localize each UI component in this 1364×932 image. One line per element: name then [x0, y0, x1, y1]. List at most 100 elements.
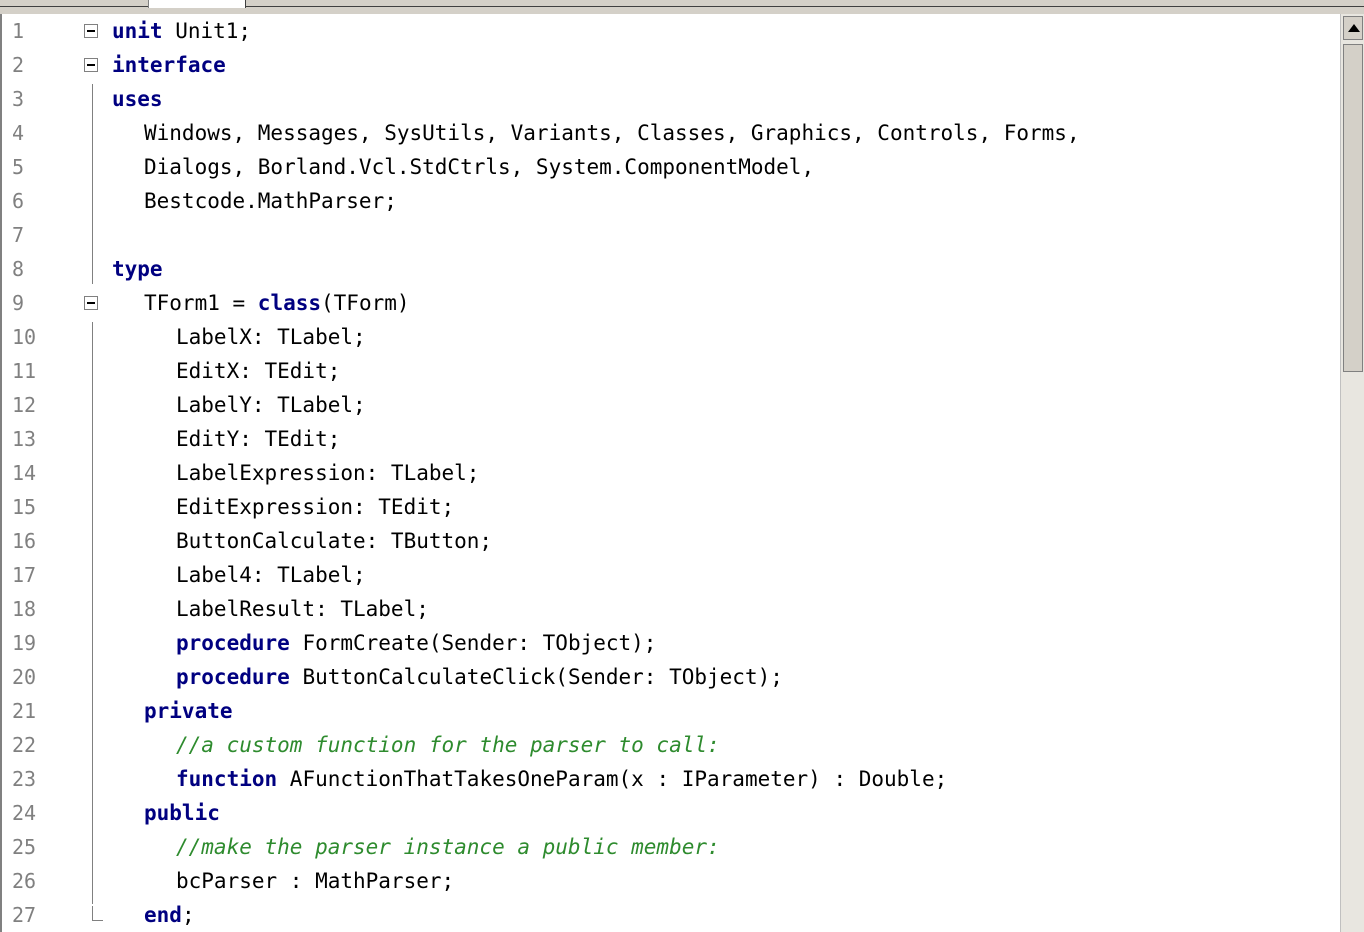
line-number: 9 — [12, 291, 25, 315]
code-line[interactable]: 26 bcParser : MathParser; — [2, 864, 1342, 898]
scroll-thumb[interactable] — [1343, 44, 1363, 372]
code-text: EditY: TEdit; — [176, 422, 340, 456]
tab-active[interactable] — [148, 0, 246, 8]
code-token: FormCreate(Sender: TObject); — [289, 631, 657, 655]
code-line[interactable]: 13 EditY: TEdit; — [2, 422, 1342, 456]
keyword-token: function — [176, 767, 278, 791]
code-text: LabelExpression: TLabel; — [176, 456, 479, 490]
code-token: bcParser : MathParser; — [176, 869, 455, 893]
fold-collapse-icon[interactable] — [84, 58, 98, 72]
code-editor-window: 1 unit Unit1; 2 interface 3 uses 4 Windows, Mes… — [0, 0, 1364, 932]
code-line[interactable]: 15 EditExpression: TEdit; — [2, 490, 1342, 524]
keyword-token: interface — [112, 53, 226, 77]
code-text: LabelY: TLabel; — [176, 388, 366, 422]
line-number: 6 — [12, 189, 25, 213]
code-text: procedure FormCreate(Sender: TObject); — [176, 626, 656, 660]
line-number: 14 — [12, 461, 37, 485]
code-line[interactable]: 2 interface — [2, 48, 1342, 82]
code-line[interactable]: 9 TForm1 = class(TForm) — [2, 286, 1342, 320]
fold-collapse-icon[interactable] — [84, 24, 98, 38]
fold-end-marker — [92, 906, 103, 921]
code-line[interactable]: 20 procedure ButtonCalculateClick(Sender:… — [2, 660, 1342, 694]
line-number: 24 — [12, 801, 37, 825]
keyword-token: end — [144, 903, 182, 927]
keyword-token: procedure — [176, 665, 290, 689]
code-text: interface — [112, 48, 226, 82]
code-line[interactable]: 1 unit Unit1; — [2, 14, 1342, 48]
code-text: unit Unit1; — [112, 14, 251, 48]
line-number: 17 — [12, 563, 37, 587]
code-line[interactable]: 24 public — [2, 796, 1342, 830]
line-number: 21 — [12, 699, 37, 723]
line-number: 15 — [12, 495, 37, 519]
code-text: Dialogs, Borland.Vcl.StdCtrls, System.Co… — [144, 150, 814, 184]
line-number: 7 — [12, 223, 25, 247]
line-number: 10 — [12, 325, 37, 349]
code-line[interactable]: 19 procedure FormCreate(Sender: TObject); — [2, 626, 1342, 660]
fold-collapse-icon[interactable] — [84, 296, 98, 310]
code-text: Bestcode.MathParser; — [144, 184, 397, 218]
line-number: 12 — [12, 393, 37, 417]
keyword-token: unit — [112, 19, 163, 43]
code-line[interactable]: 14 LabelExpression: TLabel; — [2, 456, 1342, 490]
code-token: (TForm) — [321, 291, 410, 315]
code-text: ButtonCalculate: TButton; — [176, 524, 492, 558]
tab-inactive[interactable] — [0, 0, 148, 7]
code-token: TForm1 = — [144, 291, 258, 315]
code-line[interactable]: 4 Windows, Messages, SysUtils, Variants, … — [2, 116, 1342, 150]
code-text: public — [144, 796, 220, 830]
code-line[interactable]: 7 — [2, 218, 1342, 252]
line-number: 27 — [12, 903, 37, 927]
code-line[interactable]: 18 LabelResult: TLabel; — [2, 592, 1342, 626]
code-text: EditExpression: TEdit; — [176, 490, 454, 524]
line-number: 19 — [12, 631, 37, 655]
code-line[interactable]: 10 LabelX: TLabel; — [2, 320, 1342, 354]
keyword-token: uses — [112, 87, 163, 111]
scroll-up-arrow-icon[interactable] — [1343, 16, 1363, 40]
line-number: 22 — [12, 733, 37, 757]
code-token: LabelResult: TLabel; — [176, 597, 429, 621]
code-text: //make the parser instance a public memb… — [176, 830, 720, 864]
code-line[interactable]: 8 type — [2, 252, 1342, 286]
line-number: 25 — [12, 835, 37, 859]
code-line[interactable]: 17 Label4: TLabel; — [2, 558, 1342, 592]
code-editor[interactable]: 1 unit Unit1; 2 interface 3 uses 4 Windows, Mes… — [0, 14, 1342, 932]
line-number: 1 — [12, 19, 25, 43]
code-line[interactable]: 16 ButtonCalculate: TButton; — [2, 524, 1342, 558]
line-number: 23 — [12, 767, 37, 791]
vertical-scrollbar[interactable] — [1340, 14, 1364, 932]
line-number: 8 — [12, 257, 25, 281]
code-line[interactable]: 22 //a custom function for the parser to … — [2, 728, 1342, 762]
code-text: LabelResult: TLabel; — [176, 592, 429, 626]
code-text: procedure ButtonCalculateClick(Sender: T… — [176, 660, 783, 694]
code-token: ; — [181, 903, 195, 927]
code-token: ButtonCalculateClick(Sender: TObject); — [289, 665, 783, 689]
line-number: 4 — [12, 121, 25, 145]
line-number: 3 — [12, 87, 25, 111]
code-token: Unit1; — [162, 19, 252, 43]
keyword-token: private — [144, 699, 233, 723]
code-line[interactable]: 3 uses — [2, 82, 1342, 116]
line-number: 11 — [12, 359, 37, 383]
code-line[interactable]: 23 function AFunctionThatTakesOneParam(x … — [2, 762, 1342, 796]
code-line[interactable]: 12 LabelY: TLabel; — [2, 388, 1342, 422]
code-token: LabelX: TLabel; — [176, 325, 366, 349]
code-text: LabelX: TLabel; — [176, 320, 366, 354]
comment-token: //make the parser instance a public memb… — [176, 835, 720, 859]
code-line[interactable]: 27 end; — [2, 898, 1342, 932]
line-number: 2 — [12, 53, 25, 77]
code-text: end; — [144, 898, 195, 932]
code-token: EditExpression: TEdit; — [176, 495, 455, 519]
code-line[interactable]: 25 //make the parser instance a public me… — [2, 830, 1342, 864]
code-token: Bestcode.MathParser; — [144, 189, 397, 213]
code-line[interactable]: 5 Dialogs, Borland.Vcl.StdCtrls, System.C… — [2, 150, 1342, 184]
code-token: LabelY: TLabel; — [176, 393, 366, 417]
code-line[interactable]: 11 EditX: TEdit; — [2, 354, 1342, 388]
line-number: 13 — [12, 427, 37, 451]
line-number: 26 — [12, 869, 37, 893]
code-line[interactable]: 21 private — [2, 694, 1342, 728]
code-token: Windows, Messages, SysUtils, Variants, C… — [144, 121, 1080, 145]
code-line[interactable]: 6 Bestcode.MathParser; — [2, 184, 1342, 218]
code-text: Label4: TLabel; — [176, 558, 366, 592]
code-text: EditX: TEdit; — [176, 354, 340, 388]
